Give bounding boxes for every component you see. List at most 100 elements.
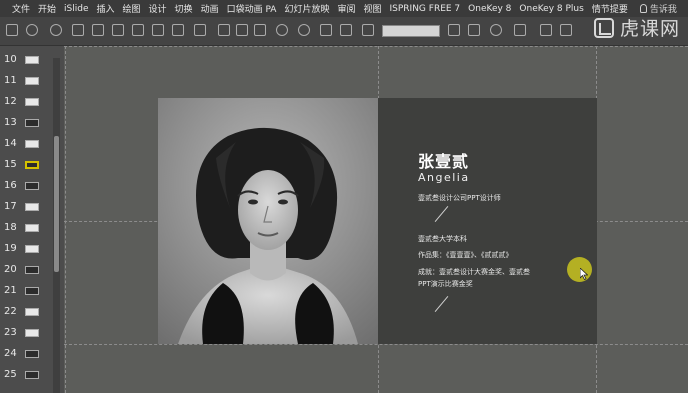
menu-review[interactable]: 审阅 [337,2,355,15]
slide-preview [25,350,39,358]
slide-number: 22 [4,306,17,317]
decorative-slash [434,296,449,312]
slide-number: 17 [4,201,17,212]
profile-achievement-2[interactable]: PPT演示比赛金奖 [418,279,473,289]
slide-thumb-21[interactable]: 21 [0,281,52,301]
slide-thumb-11[interactable]: 11 [0,71,52,91]
profile-english-name[interactable]: Angelia [418,171,470,184]
group-icon[interactable] [92,24,104,36]
slide-thumb-13[interactable]: 13 [0,113,52,133]
fill-color-icon[interactable] [490,24,502,36]
menu-view[interactable]: 视图 [363,2,381,15]
slide-preview [25,98,39,106]
shape-tool-icon[interactable] [72,24,84,36]
slide-thumb-23[interactable]: 23 [0,323,52,343]
menu-animations[interactable]: 动画 [201,2,219,15]
slide-number: 10 [4,54,17,65]
menu-pocket-animation[interactable]: 口袋动画 PA [227,2,277,15]
distribute-icon[interactable] [194,24,206,36]
font-shrink-icon[interactable] [468,24,480,36]
menu-file[interactable]: 文件 [12,2,30,15]
slide-number: 21 [4,285,17,296]
menu-home[interactable]: 开始 [38,2,56,15]
bullets-icon[interactable] [540,24,552,36]
menu-onekey8[interactable]: OneKey 8 [468,4,511,14]
slide-thumb-10[interactable]: 10 [0,50,52,70]
slide-preview [25,119,39,127]
slide-preview [25,224,39,232]
slide-thumb-16[interactable]: 16 [0,176,52,196]
align-icon[interactable] [172,24,184,36]
slide-thumb-12[interactable]: 12 [0,92,52,112]
send-backward-icon[interactable] [132,24,144,36]
slide-thumb-18[interactable]: 18 [0,218,52,238]
profile-works[interactable]: 作品集：《壹壹壹》、《贰贰贰》 [418,250,513,260]
slide-preview [25,203,39,211]
lightbulb-icon [639,4,647,13]
line-color-icon[interactable] [514,24,526,36]
align-right-icon[interactable] [254,24,266,36]
profile-achievement-1[interactable]: 成就：壹贰叁设计大赛金奖、壹贰叁 [418,267,530,277]
merge-shapes-icon[interactable] [276,24,288,36]
slide-thumb-24[interactable]: 24 [0,344,52,364]
slide-number: 13 [4,117,17,128]
slide-number: 23 [4,327,17,338]
watermark-text: 虎课网 [619,18,680,40]
menu-design[interactable]: 设计 [149,2,167,15]
profile-name[interactable]: 张壹贰 [418,148,469,172]
guide-line[interactable] [64,344,688,345]
menu-islide[interactable]: iSlide [64,4,88,14]
slide-preview [25,140,39,148]
slide-preview [25,329,39,337]
save-icon[interactable] [6,24,18,36]
slide-thumb-22[interactable]: 22 [0,302,52,322]
current-slide[interactable]: 张壹贰 Angelia 壹贰叁设计公司PPT设计师 壹贰叁大学本科 作品集：《壹… [158,98,597,344]
redo-icon[interactable] [50,24,62,36]
slide-preview [25,266,39,274]
slide-number: 16 [4,180,17,191]
decorative-slash [434,206,449,222]
slide-number: 20 [4,264,17,275]
thumbnail-scroll-thumb[interactable] [54,136,59,272]
portrait-photo[interactable] [158,98,378,344]
menu-transitions[interactable]: 切换 [175,2,193,15]
numbering-icon[interactable] [560,24,572,36]
menu-onekey8-plus[interactable]: OneKey 8 Plus [519,4,583,14]
font-grow-icon[interactable] [448,24,460,36]
slide-number: 19 [4,243,17,254]
align-center-icon[interactable] [236,24,248,36]
slide-thumb-19[interactable]: 19 [0,239,52,259]
slide-number: 14 [4,138,17,149]
crop-icon[interactable] [152,24,164,36]
font-name-select[interactable] [382,25,440,37]
guide-line[interactable] [65,46,66,393]
slide-preview [25,287,39,295]
slide-number: 18 [4,222,17,233]
slide-preview [25,56,39,64]
watermark: 虎课网 [593,14,680,41]
mouse-cursor-icon [580,268,588,280]
text-box-icon[interactable] [362,24,374,36]
format-painter-icon[interactable] [320,24,332,36]
slide-thumb-17[interactable]: 17 [0,197,52,217]
align-left-icon[interactable] [218,24,230,36]
quick-toolbar [0,17,688,46]
menu-bar: 文件 开始 iSlide 插入 绘图 设计 切换 动画 口袋动画 PA 幻灯片放… [0,0,688,17]
profile-title-line[interactable]: 壹贰叁设计公司PPT设计师 [418,193,501,203]
slide-thumb-15[interactable]: 15 [0,155,52,175]
slide-thumb-14[interactable]: 14 [0,134,52,154]
undo-icon[interactable] [26,24,38,36]
animation-painter-icon[interactable] [340,24,352,36]
menu-insert[interactable]: 插入 [97,2,115,15]
menu-ispring[interactable]: ISPRING FREE 7 [390,4,461,14]
fragment-icon[interactable] [298,24,310,36]
bring-forward-icon[interactable] [112,24,124,36]
slide-thumb-25[interactable]: 25 [0,365,52,385]
guide-line[interactable] [64,46,688,47]
slide-thumb-20[interactable]: 20 [0,260,52,280]
menu-slideshow[interactable]: 幻灯片放映 [284,2,329,15]
profile-education[interactable]: 壹贰叁大学本科 [418,234,467,244]
slide-preview [25,77,39,85]
menu-draw[interactable]: 绘图 [123,2,141,15]
profile-text-panel: 张壹贰 Angelia 壹贰叁设计公司PPT设计师 壹贰叁大学本科 作品集：《壹… [379,98,597,344]
